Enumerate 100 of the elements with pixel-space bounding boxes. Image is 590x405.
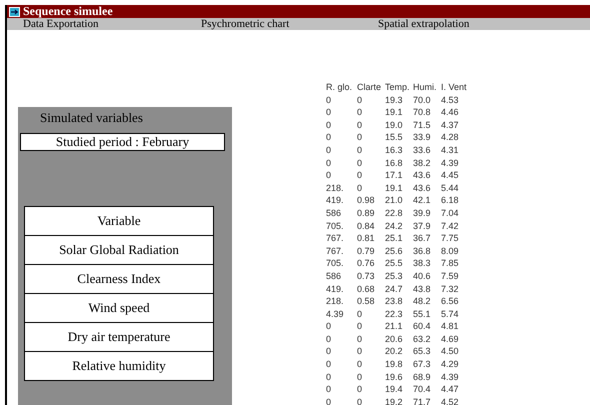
data-cell-text: 70.4 <box>413 383 432 396</box>
data-cell-text: 0.89 <box>357 206 376 220</box>
data-cell-text: 17.1 <box>385 169 404 182</box>
variable-item[interactable]: Relative humidity <box>25 351 213 380</box>
data-cell-text: 23.8 <box>385 295 404 308</box>
data-cell-text: 0 <box>357 106 364 119</box>
data-cell-text: 19.1 <box>385 182 404 194</box>
data-cell-text: 4.69 <box>441 332 460 346</box>
data-cell-text: 25.5 <box>385 257 404 270</box>
data-cell-text: 0 <box>326 320 332 333</box>
data-cell-text: 0 <box>357 358 364 371</box>
data-cell-text: 0 <box>357 131 364 144</box>
data-cell-text: 0 <box>357 345 364 358</box>
data-cell-text: 0 <box>326 358 332 371</box>
data-cell-text: 22.8 <box>385 206 404 220</box>
data-cell-text: 60.4 <box>413 320 432 333</box>
menu-item[interactable]: Data Exportation <box>23 18 201 30</box>
data-cell-text: 0.58 <box>357 295 376 308</box>
data-cell-text: 0 <box>326 94 332 106</box>
data-cell-text: 40.6 <box>413 270 432 282</box>
data-cell-text: 5.74 <box>441 308 460 320</box>
data-cell-text: 4.47 <box>441 383 460 396</box>
data-cell-text: 0 <box>357 144 364 157</box>
column-header: Humi. <box>413 81 438 94</box>
data-cell-text: 0 <box>326 131 332 144</box>
data-cell-text: 0 <box>326 345 332 358</box>
data-cell-text: 0 <box>357 383 364 396</box>
data-cell-text: 8.09 <box>441 244 460 258</box>
data-cell-text: 24.2 <box>385 220 404 232</box>
data-cell-text: 24.7 <box>385 282 404 296</box>
data-cell-text: 4.28 <box>441 131 460 144</box>
data-cell-text: 25.1 <box>385 232 404 245</box>
data-cell-text: 0 <box>326 169 332 182</box>
data-cell-text: 419. <box>326 194 345 207</box>
data-cell-text: 43.8 <box>413 282 432 296</box>
column-header: I. Vent <box>441 81 468 94</box>
data-cell-text: 0 <box>326 396 332 405</box>
data-cell-text: 7.75 <box>441 232 460 245</box>
data-cell-text: 7.59 <box>441 270 460 282</box>
data-cell-text: 0 <box>357 370 364 384</box>
window-title: Sequence simulee <box>23 5 113 18</box>
data-cell-text: 70.0 <box>413 94 432 106</box>
data-cell-text: 25.3 <box>385 270 404 282</box>
data-cell-text: 767. <box>326 232 345 245</box>
data-cell-text: 0 <box>357 332 364 346</box>
variable-item[interactable]: Solar Global Radiation <box>25 235 213 264</box>
data-cell-text: 767. <box>326 244 345 258</box>
data-cell-text: 0 <box>357 182 364 194</box>
data-cell-text: 4.52 <box>441 396 460 405</box>
data-cell-text: 4.39 <box>326 308 345 320</box>
data-cell-text: 36.8 <box>413 244 432 258</box>
data-cell-text: 39.9 <box>413 206 432 220</box>
data-cell-text: 7.42 <box>441 220 460 232</box>
data-cell-text: 19.1 <box>385 106 404 119</box>
data-cell-text: 0.73 <box>357 270 376 282</box>
data-cell-text: 4.53 <box>441 94 460 106</box>
data-cell-text: 19.8 <box>385 358 404 371</box>
data-cell-text: 7.32 <box>441 282 460 296</box>
data-cell-text: 25.6 <box>385 244 404 258</box>
data-cell-text: 705. <box>326 220 345 232</box>
data-cell-text: 22.3 <box>385 308 404 320</box>
data-cell-text: 43.6 <box>413 182 432 194</box>
data-cell-text: 705. <box>326 257 345 270</box>
data-cell-text: 7.85 <box>441 257 460 270</box>
column-header: R. glo. <box>326 81 354 94</box>
column-header: Temp. <box>385 81 411 94</box>
data-cell-text: 0 <box>357 156 364 170</box>
data-cell-text: 6.56 <box>441 295 460 308</box>
data-cell-text: 0 <box>357 94 364 106</box>
menu-item[interactable]: Spatial extrapolation <box>378 18 578 30</box>
variable-item[interactable]: Dry air temperature <box>25 322 213 351</box>
data-cell-text: 48.2 <box>413 295 432 308</box>
data-cell-text: 65.3 <box>413 345 432 358</box>
data-cell-text: 0 <box>326 383 332 396</box>
data-cell-text: 33.6 <box>413 144 432 157</box>
data-cell-text: 0 <box>357 320 364 333</box>
data-cell-text: 0 <box>357 396 364 405</box>
data-cell-text: 20.2 <box>385 345 404 358</box>
data-cell-text: 19.3 <box>385 94 404 106</box>
variable-item[interactable]: Wind speed <box>25 293 213 322</box>
data-cell-text: 21.0 <box>385 194 404 207</box>
data-cell-text: 70.8 <box>413 106 432 119</box>
menu-item[interactable]: Psychrometric chart <box>201 18 378 30</box>
data-cell-text: 63.2 <box>413 332 432 346</box>
data-cell-text: 19.0 <box>385 118 404 132</box>
variable-item[interactable]: Clearness Index <box>25 264 213 293</box>
data-cell-text: 419. <box>326 282 345 296</box>
data-cell-text: 4.46 <box>441 106 460 119</box>
data-cell-text: 5.44 <box>441 182 460 194</box>
data-cell-text: 4.50 <box>441 345 460 358</box>
data-cell-text: 0 <box>326 144 332 157</box>
data-cell-text: 4.45 <box>441 169 460 182</box>
panel-title: Simulated variables <box>40 110 143 126</box>
data-cell-text: 4.29 <box>441 358 460 371</box>
app-icon <box>9 6 20 16</box>
variable-item[interactable]: Variable <box>25 207 213 235</box>
data-cell-text: 586 <box>326 206 342 220</box>
data-cell-text: 0 <box>326 106 332 119</box>
data-cell-text: 0.98 <box>357 194 376 207</box>
data-cell-text: 0 <box>357 118 364 132</box>
